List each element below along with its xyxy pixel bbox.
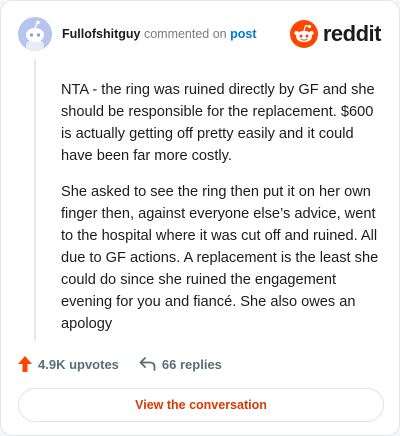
comment-paragraph: NTA - the ring was ruined directly by GF… xyxy=(61,82,375,164)
comment-card: Fullofshitguy commented on post reddit N… xyxy=(0,0,400,436)
comment-body: NTA - the ring was ruined directly by GF… xyxy=(61,79,385,349)
action-text: commented on xyxy=(143,27,227,41)
upvote-button[interactable]: 4.9K upvotes xyxy=(18,356,119,372)
upvote-arrow-icon xyxy=(18,356,32,372)
upvote-count: 4.9K upvotes xyxy=(38,356,119,372)
replies-button[interactable]: 66 replies xyxy=(139,357,222,372)
reply-arrow-icon xyxy=(139,357,156,371)
reply-count: 66 replies xyxy=(161,356,222,372)
reddit-snoo-icon xyxy=(289,20,318,48)
view-conversation-button[interactable]: View the conversation xyxy=(18,388,384,422)
avatar[interactable] xyxy=(18,17,52,51)
comment-header: Fullofshitguy commented on post reddit xyxy=(18,17,383,53)
username[interactable]: Fullofshitguy xyxy=(62,27,140,41)
comment-actions: 4.9K upvotes 66 replies xyxy=(18,353,222,375)
snoo-avatar-icon xyxy=(18,17,52,51)
byline: Fullofshitguy commented on post xyxy=(62,26,257,42)
reddit-logo[interactable]: reddit xyxy=(289,19,382,49)
comment-paragraph: She asked to see the ring then put it on… xyxy=(61,184,379,332)
post-link[interactable]: post xyxy=(230,27,256,41)
reddit-wordmark: reddit xyxy=(322,21,382,46)
thread-line xyxy=(34,59,36,341)
